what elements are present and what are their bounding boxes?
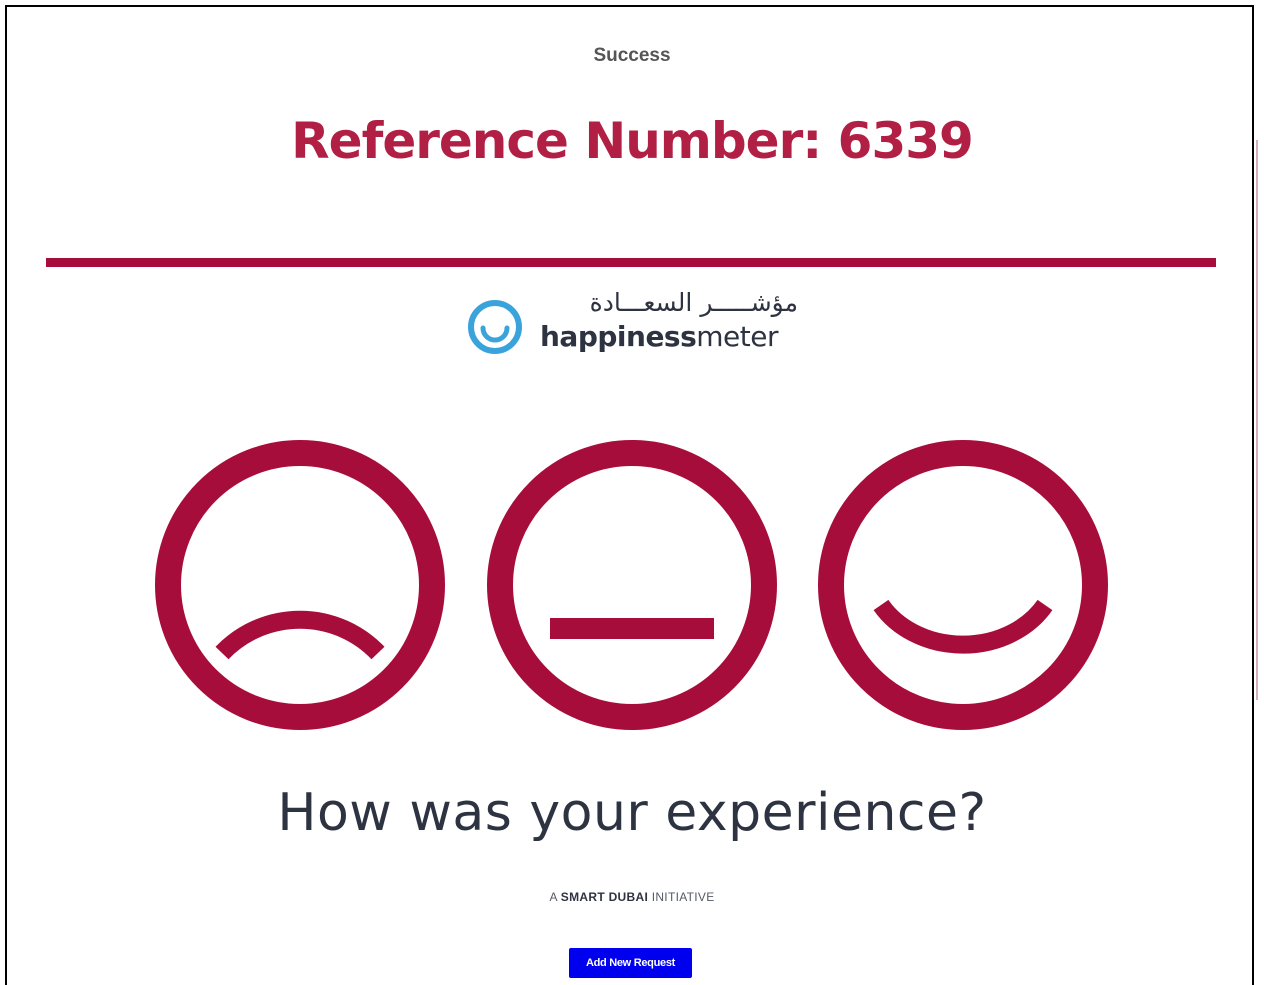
happiness-meter-logo: مؤشـــــر السعـــادة happinessmeter xyxy=(466,288,806,364)
wordmark-bold: happiness xyxy=(540,320,697,353)
happiness-meter-arabic: مؤشـــــر السعـــادة xyxy=(589,288,798,317)
initiative-prefix: A xyxy=(549,890,561,904)
status-label: Success xyxy=(593,45,671,66)
reference-number: Reference Number: 6339 xyxy=(291,112,974,170)
rating-faces xyxy=(150,435,1115,740)
happy-face-icon[interactable] xyxy=(813,435,1113,735)
initiative-brand: SMART DUBAI xyxy=(560,890,649,904)
initiative-tagline: A SMART DUBAI INITIATIVE xyxy=(0,890,1264,904)
smile-icon xyxy=(468,300,522,354)
initiative-suffix: INITIATIVE xyxy=(648,890,715,904)
experience-question: How was your experience? xyxy=(277,783,987,843)
neutral-face-icon[interactable] xyxy=(482,435,782,735)
divider xyxy=(46,258,1216,267)
add-new-request-button[interactable]: Add New Request xyxy=(569,948,692,978)
sad-face-icon[interactable] xyxy=(150,435,450,735)
window-edge xyxy=(1256,140,1258,700)
wordmark-light: meter xyxy=(696,320,778,353)
happiness-meter-wordmark: happinessmeter xyxy=(540,320,778,353)
